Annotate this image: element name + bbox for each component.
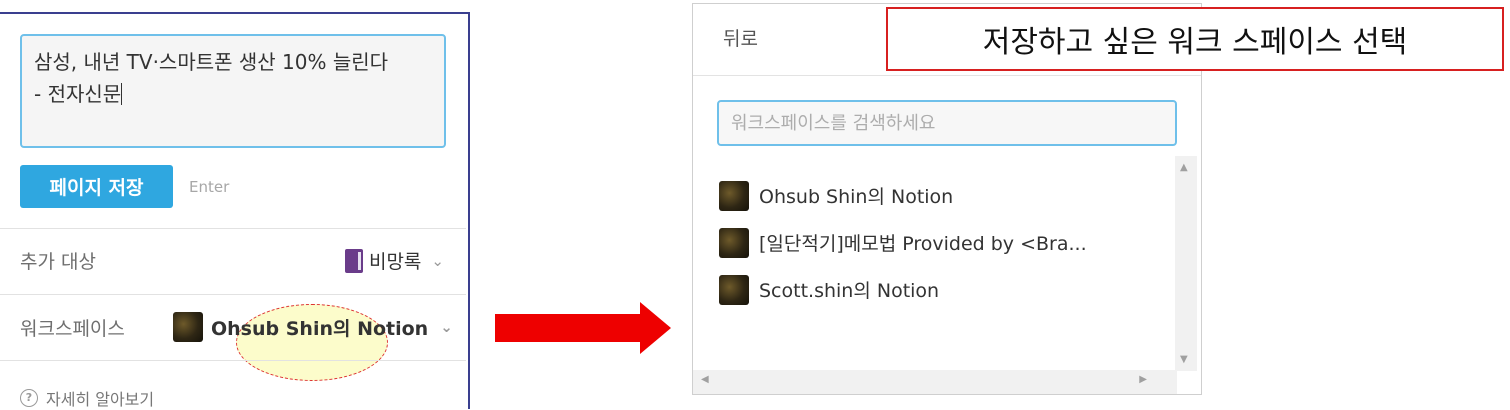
divider bbox=[0, 294, 466, 295]
web-clipper-panel: 삼성, 내년 TV·스마트폰 생산 10% 늘린다 - 전자신문 페이지 저장 … bbox=[0, 12, 470, 409]
save-page-button[interactable]: 페이지 저장 bbox=[20, 165, 173, 208]
help-link[interactable]: ? 자세히 알아보기 bbox=[20, 386, 154, 410]
workspace-label: 워크스페이스 bbox=[20, 318, 125, 340]
workspace-icon bbox=[719, 274, 749, 305]
divider bbox=[0, 228, 466, 229]
text-caret bbox=[121, 83, 123, 105]
workspace-search-input[interactable] bbox=[717, 100, 1177, 146]
list-item[interactable]: [일단적기]메모법 Provided by <Bra... bbox=[719, 219, 1159, 266]
horizontal-scrollbar[interactable]: ◀ ▶ bbox=[693, 370, 1177, 394]
chevron-down-icon: ⌄ bbox=[440, 318, 453, 336]
workspace-name: [일단적기]메모법 Provided by <Bra... bbox=[759, 233, 1087, 255]
list-item[interactable]: Ohsub Shin의 Notion bbox=[719, 172, 1159, 219]
question-circle-icon: ? bbox=[20, 389, 38, 407]
scroll-up-icon[interactable]: ▲ bbox=[1180, 162, 1188, 173]
page-title-line-1: 삼성, 내년 TV·스마트폰 생산 10% 늘린다 bbox=[34, 50, 389, 74]
chevron-down-icon: ⌄ bbox=[431, 251, 444, 270]
caption-callout: 저장하고 싶은 워크 스페이스 선택 bbox=[886, 7, 1504, 71]
workspace-name: Scott.shin의 Notion bbox=[759, 280, 940, 302]
back-button[interactable]: 뒤로 bbox=[723, 24, 758, 51]
page-title-line-2-text: - 전자신문 bbox=[34, 82, 122, 106]
workspace-icon bbox=[719, 227, 749, 258]
workspace-dropdown[interactable]: Ohsub Shin의 Notion ⌄ bbox=[173, 312, 453, 342]
divider bbox=[693, 75, 1201, 76]
add-target-label: 추가 대상 bbox=[20, 251, 96, 273]
page-title-input[interactable]: 삼성, 내년 TV·스마트폰 생산 10% 늘린다 - 전자신문 bbox=[20, 34, 446, 148]
help-text: 자세히 알아보기 bbox=[46, 390, 155, 409]
workspace-list: Ohsub Shin의 Notion [일단적기]메모법 Provided by… bbox=[719, 172, 1159, 313]
arrow-right-icon bbox=[495, 302, 671, 354]
workspace-icon bbox=[173, 312, 203, 342]
workspace-value: Ohsub Shin의 Notion bbox=[211, 317, 429, 340]
page-title-line-2: - 전자신문 bbox=[34, 78, 432, 110]
vertical-scrollbar[interactable]: ▲ ▼ bbox=[1175, 156, 1197, 371]
scroll-down-icon[interactable]: ▼ bbox=[1180, 354, 1188, 365]
scroll-right-icon[interactable]: ▶ bbox=[1139, 374, 1147, 385]
workspace-icon bbox=[719, 180, 749, 211]
scroll-left-icon[interactable]: ◀ bbox=[701, 374, 709, 385]
enter-hint: Enter bbox=[189, 178, 230, 196]
book-icon bbox=[344, 248, 363, 273]
list-item[interactable]: Scott.shin의 Notion bbox=[719, 266, 1159, 313]
divider bbox=[0, 360, 466, 361]
workspace-name: Ohsub Shin의 Notion bbox=[759, 186, 954, 208]
add-target-dropdown[interactable]: 비망록 ⌄ bbox=[344, 247, 444, 274]
add-target-value: 비망록 bbox=[368, 251, 422, 273]
